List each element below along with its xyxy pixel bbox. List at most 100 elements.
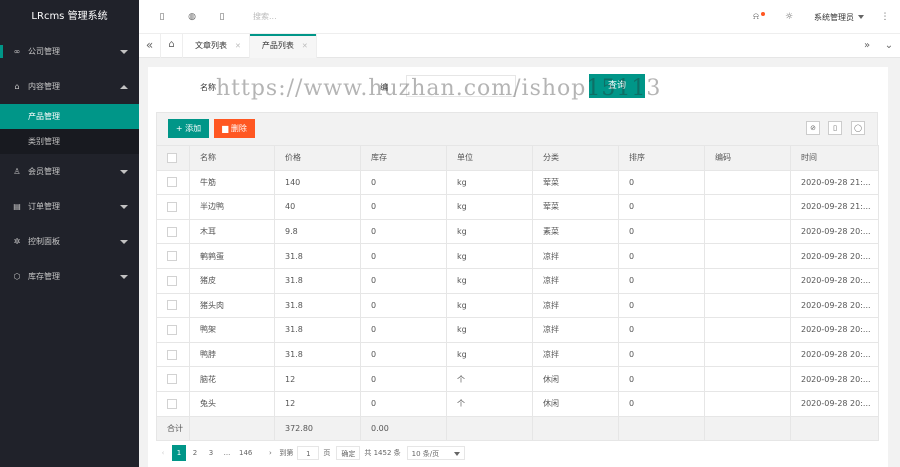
column-header[interactable]: 库存 [360,145,447,171]
export-icon[interactable]: ▯ [828,121,842,135]
table-cell: 12 [274,366,361,392]
tab-product-list[interactable]: 产品列表 ✕ [249,33,317,58]
table-cell: 31.8 [274,292,361,319]
sidebar-item-company[interactable]: ∞ 公司管理 [0,34,139,69]
close-icon[interactable]: ✕ [302,42,308,50]
collapse-sidebar-icon[interactable]: ▯ [155,12,169,22]
table-cell: 0 [360,267,447,294]
sidebar-item-content[interactable]: ⌂ 内容管理 [0,69,139,104]
column-header[interactable]: 价格 [274,145,361,171]
page-button[interactable]: 2 [188,445,202,461]
user-icon: ♙ [13,167,21,176]
sidebar-item-control-panel[interactable]: ✲ 控制面板 [0,224,139,259]
row-select-cell[interactable] [156,267,190,294]
table-row[interactable]: 兔头 12 0 个休闲 0 2020-09-28 20:... [156,390,879,417]
select-all-checkbox[interactable] [167,152,177,163]
row-checkbox[interactable] [167,177,177,188]
page-size-select[interactable]: 10 条/页 [406,446,465,460]
page-button[interactable]: 1 [172,445,186,461]
refresh-icon[interactable]: ▯ [215,12,229,22]
table-cell: 0 [360,366,447,392]
home-tab-icon[interactable]: ⌂ [161,33,183,58]
delete-button[interactable]: ▆ 删除 [214,119,255,138]
more-icon[interactable]: ⋮ [878,12,892,22]
table-row[interactable]: 鸭架 31.8 0 kg 凉拌 0 2020-09-28 20:... [156,317,879,343]
row-select-cell[interactable] [156,390,190,417]
table-cell: 2020-09-28 21:... [790,169,879,196]
table-cell: 2020-09-28 20:... [790,390,879,417]
globe-icon[interactable]: ◍ [185,12,199,22]
close-icon[interactable]: ✕ [235,42,241,50]
goto-confirm-button[interactable]: 确定 [336,446,361,460]
tabs-right-controls: » ⌄ [856,34,900,58]
sidebar-item-orders[interactable]: ▤ 订单管理 [0,189,139,224]
sidebar-item-members[interactable]: ♙ 会员管理 [0,154,139,189]
row-select-cell[interactable] [156,341,190,368]
total-cell [790,415,879,442]
row-checkbox[interactable] [167,324,177,335]
table-row[interactable]: 脑花 12 0 个休闲 0 2020-09-28 20:... [156,366,879,392]
tabs-bar: « ⌂ 文章列表 ✕ 产品列表 ✕ » ⌄ [139,33,900,58]
add-button[interactable]: + 添加 [168,119,209,138]
row-select-cell[interactable] [156,169,190,196]
filter-columns-icon[interactable]: ⊘ [806,121,820,135]
table-row[interactable]: 半边鸭 40 0 kg 荤菜 0 2020-09-28 21:... [156,194,879,220]
table-cell: 31.8 [274,267,361,294]
table-cell: 2020-09-28 20:... [790,243,879,269]
table-row[interactable]: 牛筋 140 0 kg 荤菜 0 2020-09-28 21:... [156,169,879,196]
row-checkbox[interactable] [167,275,177,286]
column-header[interactable]: 时间 [790,145,879,171]
row-checkbox[interactable] [167,226,177,237]
row-checkbox[interactable] [167,374,177,385]
theme-icon[interactable]: ☼ [782,12,796,22]
submenu-content: 产品管理 类别管理 [0,104,139,154]
chevron-down-icon [120,49,128,54]
table-cell: 凉拌 [532,341,619,368]
table-cell: 31.8 [274,243,361,269]
print-icon[interactable]: ◯ [851,121,865,135]
prev-page-icon[interactable]: ‹ [156,445,170,461]
tabs-menu-icon[interactable]: ⌄ [878,34,900,58]
row-checkbox[interactable] [167,300,177,311]
column-header[interactable]: 分类 [532,145,619,171]
table-row[interactable]: 鹌鹑蛋 31.8 0 kg 凉拌 0 2020-09-28 20:... [156,243,879,269]
page-button[interactable]: 3 [204,445,218,461]
add-button-label: 添加 [185,124,202,133]
search-input[interactable]: 搜索... [253,11,277,22]
table-cell: 个 [446,366,533,392]
user-menu[interactable]: 系统管理员 [814,12,864,23]
row-select-cell[interactable] [156,243,190,269]
table-cell: 凉拌 [532,267,619,294]
column-header[interactable]: 排序 [618,145,705,171]
row-select-cell[interactable] [156,194,190,220]
row-checkbox[interactable] [167,349,177,360]
row-checkbox[interactable] [167,398,177,409]
table-row[interactable]: 猪头肉 31.8 0 kg 凉拌 0 2020-09-28 20:... [156,292,879,319]
tab-article-list[interactable]: 文章列表 ✕ [183,33,250,58]
sidebar-subitem-products[interactable]: 产品管理 [0,104,139,129]
table-row[interactable]: 鸭脖 31.8 0 kg 凉拌 0 2020-09-28 20:... [156,341,879,368]
sidebar-subitem-categories[interactable]: 类别管理 [0,129,139,154]
tabs-scroll-right-icon[interactable]: » [856,34,878,58]
row-select-cell[interactable] [156,366,190,392]
row-select-cell[interactable] [156,317,190,343]
sidebar-item-inventory[interactable]: ⬡ 库存管理 [0,259,139,294]
column-header[interactable]: 名称 [189,145,275,171]
column-header[interactable]: 单位 [446,145,533,171]
trash-icon: ▆ [222,124,231,133]
select-all-cell[interactable] [156,145,190,171]
column-header[interactable]: 编码 [704,145,791,171]
table-cell: 0 [360,292,447,319]
table-cell [704,390,791,417]
goto-page-input[interactable]: 1 [297,446,320,460]
row-checkbox[interactable] [167,201,177,212]
tabs-scroll-left-icon[interactable]: « [139,33,161,58]
next-page-icon[interactable]: › [263,445,277,461]
table-row[interactable]: 猪皮 31.8 0 kg 凉拌 0 2020-09-28 20:... [156,267,879,294]
row-select-cell[interactable] [156,292,190,319]
row-checkbox[interactable] [167,251,177,262]
row-select-cell[interactable] [156,218,190,245]
page-button[interactable]: 146 [236,445,255,461]
bell-icon[interactable]: ⍾ [752,12,766,22]
table-row[interactable]: 木耳 9.8 0 kg 素菜 0 2020-09-28 20:... [156,218,879,245]
